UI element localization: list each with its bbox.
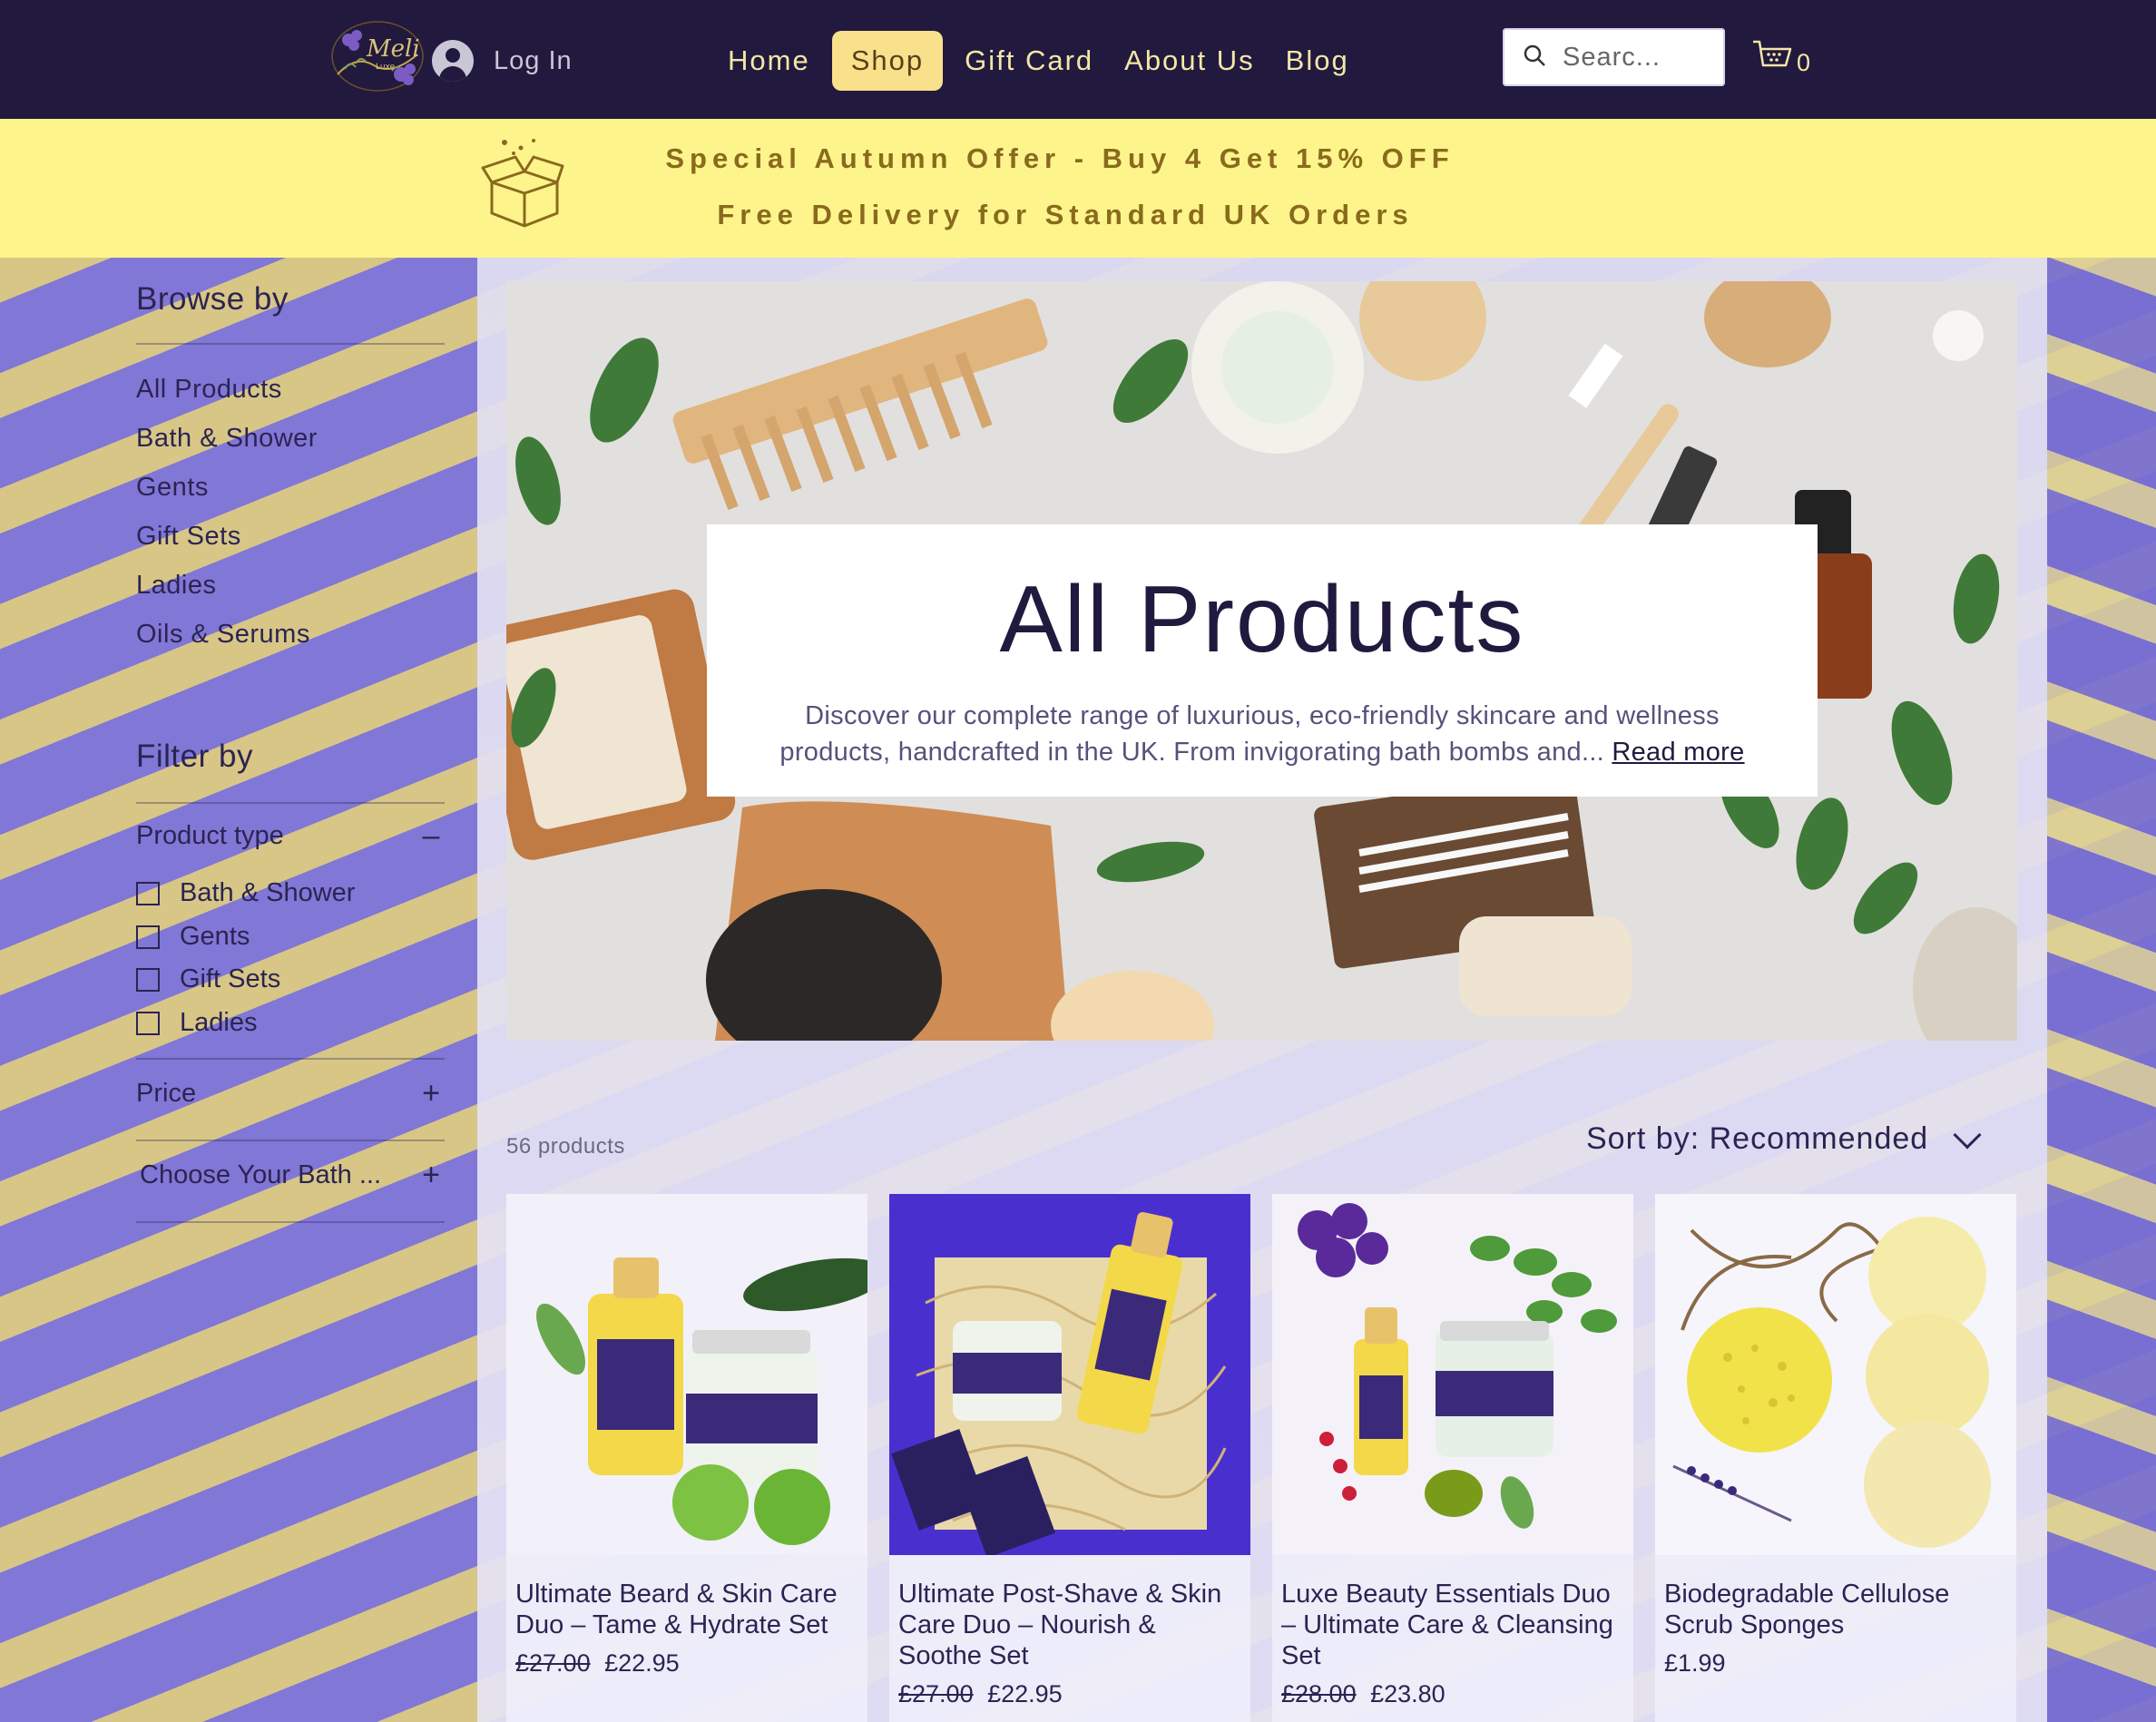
browse-heading: Browse by	[136, 281, 289, 317]
browse-item-gents[interactable]: Gents	[136, 463, 318, 512]
divider	[136, 802, 445, 804]
page-title: All Products	[999, 567, 1525, 672]
product-type-toggle[interactable]: Product type –	[136, 818, 445, 854]
product-type-label: Product type	[136, 821, 284, 850]
filter-option-gents[interactable]: Gents	[136, 922, 250, 952]
old-price: £27.00	[898, 1680, 974, 1707]
sort-label: Sort by: Recommended	[1586, 1121, 1929, 1156]
plus-icon: +	[422, 1076, 440, 1110]
product-price: £28.00 £23.80	[1281, 1680, 1446, 1708]
nav-shop[interactable]: Shop	[831, 31, 944, 91]
hero-card: All Products Discover our complete range…	[707, 524, 1818, 797]
product-grid: Ultimate Beard & Skin Care Duo – Tame & …	[506, 1194, 2016, 1722]
product-name[interactable]: Luxe Beauty Essentials Duo – Ultimate Ca…	[1281, 1579, 1626, 1671]
main-nav: Home Shop Gift Card About Us Blog	[719, 31, 1358, 91]
sale-price: £22.95	[987, 1680, 1063, 1707]
product-name[interactable]: Ultimate Post-Shave & Skin Care Duo – No…	[898, 1579, 1243, 1671]
divider	[136, 1140, 445, 1141]
browse-item-bath-shower[interactable]: Bath & Shower	[136, 414, 318, 463]
price-label: Price	[136, 1079, 197, 1108]
promo-offer-text: Special Autumn Offer - Buy 4 Get 15% OFF	[665, 142, 1455, 174]
checkbox[interactable]	[136, 1011, 160, 1035]
product-count: 56 products	[506, 1134, 625, 1159]
search-input[interactable]	[1563, 42, 1699, 73]
product-image[interactable]	[889, 1194, 1250, 1555]
sale-price: £23.80	[1370, 1680, 1446, 1707]
browse-item-oils-serums[interactable]: Oils & Serums	[136, 610, 318, 659]
price-toggle[interactable]: Price +	[136, 1076, 445, 1111]
filter-option-label: Gift Sets	[180, 964, 281, 993]
product-name[interactable]: Ultimate Beard & Skin Care Duo – Tame & …	[515, 1579, 860, 1640]
login-link[interactable]: Log In	[432, 38, 573, 83]
product-card[interactable]: Luxe Beauty Essentials Duo – Ultimate Ca…	[1272, 1194, 1633, 1722]
product-price: £1.99	[1664, 1649, 1726, 1678]
basket-icon	[1751, 38, 1793, 77]
nav-blog[interactable]: Blog	[1277, 31, 1358, 91]
divider	[136, 1221, 445, 1223]
checkbox[interactable]	[136, 967, 160, 992]
product-price: £27.00 £22.95	[898, 1680, 1063, 1708]
chevron-down-icon	[1953, 1120, 1982, 1150]
product-card[interactable]: Ultimate Post-Shave & Skin Care Duo – No…	[889, 1194, 1250, 1722]
minus-icon: –	[422, 818, 440, 853]
bath-label: Choose Your Bath ...	[140, 1160, 382, 1189]
bath-toggle[interactable]: Choose Your Bath ... +	[136, 1158, 445, 1193]
hero-banner: All Products Discover our complete range…	[506, 281, 2017, 1041]
old-price: £27.00	[515, 1649, 591, 1677]
filter-option-ladies[interactable]: Ladies	[136, 1008, 257, 1038]
browse-item-ladies[interactable]: Ladies	[136, 561, 318, 610]
main-content: All Products Discover our complete range…	[477, 258, 2047, 1722]
browse-item-gift-sets[interactable]: Gift Sets	[136, 512, 318, 561]
site-header: Meli Luxe Log In Home Shop Gift Card Abo…	[0, 0, 2156, 119]
filter-option-label: Ladies	[180, 1008, 258, 1037]
product-image[interactable]	[1272, 1194, 1633, 1555]
nav-gift-card[interactable]: Gift Card	[956, 31, 1102, 91]
plus-icon: +	[422, 1158, 440, 1192]
product-image[interactable]	[1655, 1194, 2016, 1555]
hero-description-text: Discover our complete range of luxurious…	[779, 701, 1720, 767]
filter-option-gift-sets[interactable]: Gift Sets	[136, 964, 280, 994]
promo-banner: Special Autumn Offer - Buy 4 Get 15% OFF…	[0, 119, 2156, 258]
browse-list: All Products Bath & Shower Gents Gift Se…	[136, 365, 318, 659]
svg-text:Luxe: Luxe	[376, 63, 396, 72]
hero-description: Discover our complete range of luxurious…	[756, 698, 1769, 770]
nav-home[interactable]: Home	[719, 31, 819, 91]
checkbox[interactable]	[136, 925, 160, 949]
promo-delivery-text: Free Delivery for Standard UK Orders	[717, 199, 1414, 230]
filter-option-label: Bath & Shower	[180, 878, 356, 907]
sale-price: £1.99	[1664, 1649, 1726, 1677]
cart-count: 0	[1797, 49, 1811, 76]
sort-dropdown[interactable]: Sort by: Recommended	[1586, 1120, 1982, 1157]
checkbox[interactable]	[136, 881, 160, 905]
product-card[interactable]: Biodegradable Cellulose Scrub Sponges £1…	[1655, 1194, 2016, 1722]
login-label: Log In	[494, 45, 573, 75]
page-background-right	[2047, 258, 2156, 1722]
product-card[interactable]: Ultimate Beard & Skin Care Duo – Tame & …	[506, 1194, 867, 1722]
old-price: £28.00	[1281, 1680, 1357, 1707]
avatar-icon	[432, 40, 474, 82]
filter-option-label: Gents	[180, 922, 250, 951]
product-image[interactable]	[506, 1194, 867, 1555]
filter-option-bath-shower[interactable]: Bath & Shower	[136, 878, 355, 908]
nav-about-us[interactable]: About Us	[1115, 31, 1264, 91]
product-name[interactable]: Biodegradable Cellulose Scrub Sponges	[1664, 1579, 2009, 1640]
svg-text:Meli: Meli	[366, 35, 420, 63]
search-icon	[1523, 44, 1546, 72]
filter-heading: Filter by	[136, 739, 253, 774]
cart-button[interactable]: 0	[1751, 38, 1810, 77]
sale-price: £22.95	[604, 1649, 680, 1677]
product-price: £27.00 £22.95	[515, 1649, 680, 1678]
browse-item-all-products[interactable]: All Products	[136, 365, 318, 414]
divider	[136, 1058, 445, 1060]
brand-logo[interactable]: Meli Luxe	[328, 18, 426, 94]
divider	[136, 343, 445, 345]
read-more-link[interactable]: Read more	[1612, 738, 1744, 767]
search-box[interactable]	[1503, 28, 1725, 86]
